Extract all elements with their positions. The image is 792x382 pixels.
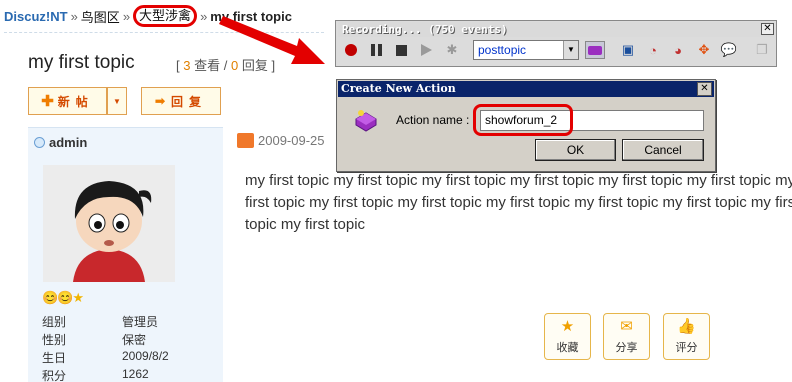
author-info-gender: 性别 保密 xyxy=(42,331,212,348)
info-key: 积分 xyxy=(42,369,67,382)
breadcrumb-separator: » xyxy=(122,8,131,24)
comment-icon: 💬 xyxy=(720,42,738,57)
star-icon: ★ xyxy=(560,318,575,335)
post-body: my first topic my first topic my first t… xyxy=(245,172,792,233)
play-button[interactable] xyxy=(416,41,436,59)
share-button[interactable]: ✉ 分享 xyxy=(603,313,650,360)
author-info-group: 组别 管理员 xyxy=(42,313,212,330)
favorite-button[interactable]: ★ 收藏 xyxy=(544,313,591,360)
stop-button[interactable] xyxy=(391,41,411,59)
annotation-highlight xyxy=(473,104,573,136)
new-post-button[interactable]: ✚ 新帖 xyxy=(28,87,107,115)
tool-button-4[interactable]: ✥ xyxy=(694,41,714,59)
author-name-text: admin xyxy=(49,135,88,150)
info-key: 组别 xyxy=(42,315,67,329)
brick-icon xyxy=(355,110,377,132)
smiley-icon: 😊 xyxy=(57,290,73,305)
breadcrumb-item-bird-forum[interactable]: 鸟图区 xyxy=(81,7,120,26)
settings-button[interactable]: ✱ xyxy=(442,41,462,59)
author-info-birthday: 生日 2009/8/2 xyxy=(42,349,212,366)
target-icon: ✥ xyxy=(698,42,710,57)
gear-icon: ✱ xyxy=(446,42,458,57)
thumbs-up-icon: 👍 xyxy=(677,318,696,335)
wait-icon: ◕ xyxy=(674,42,682,58)
cancel-button[interactable]: Cancel xyxy=(622,139,704,161)
action-select-value: posttopic xyxy=(478,43,527,57)
new-action-button[interactable] xyxy=(585,41,605,59)
screenshot-icon: ▣ xyxy=(621,42,635,57)
play-icon xyxy=(420,44,432,56)
pause-icon xyxy=(370,44,382,56)
arrow-right-icon: ➡ xyxy=(154,94,166,108)
medal-icons: 😊😊★ xyxy=(42,290,84,306)
action-name-label: Action name : xyxy=(396,113,470,127)
tool-button-3[interactable]: ◕ xyxy=(668,41,688,59)
reply-label: 回复 xyxy=(171,94,208,109)
info-value: 1262 xyxy=(122,367,149,381)
ok-button[interactable]: OK xyxy=(535,139,616,161)
author-name[interactable]: admin xyxy=(34,135,87,150)
envelope-icon: ✉ xyxy=(620,318,633,335)
post-author-icon xyxy=(237,133,254,148)
rate-label: 评分 xyxy=(675,342,698,354)
stop-icon xyxy=(395,44,407,56)
recorder-close-button[interactable]: ✕ xyxy=(761,23,774,35)
view-count: 3 xyxy=(183,58,191,73)
tool-button-6[interactable]: ❐ xyxy=(752,41,772,59)
info-key: 性别 xyxy=(42,333,67,347)
favorite-label: 收藏 xyxy=(556,342,579,354)
new-post-label: 新帖 xyxy=(57,94,94,109)
rate-button[interactable]: 👍 评分 xyxy=(663,313,710,360)
author-info-points: 积分 1262 xyxy=(42,367,212,382)
chevron-down-icon: ▼ xyxy=(113,96,121,106)
copy-icon: ❐ xyxy=(756,42,768,57)
tool-button-5[interactable]: 💬 xyxy=(719,41,739,59)
smiley-icon: 😊 xyxy=(42,290,58,305)
record-icon xyxy=(345,44,357,56)
breadcrumb-item-large-waders[interactable]: 大型涉禽 xyxy=(133,5,198,27)
tool-button-1[interactable]: ▣ xyxy=(618,41,638,59)
reply-button[interactable]: ➡ 回复 xyxy=(141,87,221,115)
info-key: 生日 xyxy=(42,351,67,365)
annotation-arrow-icon xyxy=(219,16,325,64)
share-label: 分享 xyxy=(615,342,638,354)
info-value: 管理员 xyxy=(122,315,159,329)
plus-icon: ✚ xyxy=(41,93,54,110)
dialog-close-button[interactable]: ✕ xyxy=(697,82,712,96)
record-button[interactable] xyxy=(341,41,361,59)
recorder-title: Recording... (750 events) xyxy=(338,22,774,37)
tool-button-2[interactable]: ◔ xyxy=(643,41,663,59)
post-date: 2009-09-25 xyxy=(258,133,325,148)
breadcrumb-separator: » xyxy=(70,8,78,24)
action-select[interactable]: posttopic ▼ xyxy=(473,40,579,60)
info-value: 保密 xyxy=(122,333,147,347)
avatar[interactable] xyxy=(43,165,175,282)
info-value: 2009/8/2 xyxy=(122,349,169,363)
online-status-icon xyxy=(34,137,45,148)
star-icon: ★ xyxy=(72,290,84,305)
page-title: my first topic xyxy=(28,52,135,73)
pause-button[interactable] xyxy=(366,41,386,59)
dialog-title: Create New Action xyxy=(338,81,714,97)
new-post-dropdown-button[interactable]: ▼ xyxy=(107,87,127,115)
chevron-down-icon: ▼ xyxy=(563,41,578,59)
breadcrumb-home-link[interactable]: Discuz!NT xyxy=(4,9,68,24)
timer-icon: ◔ xyxy=(649,42,657,58)
breadcrumb-separator: » xyxy=(200,8,208,24)
brick-icon xyxy=(588,45,602,55)
stats-open-bracket: [ xyxy=(176,58,180,73)
